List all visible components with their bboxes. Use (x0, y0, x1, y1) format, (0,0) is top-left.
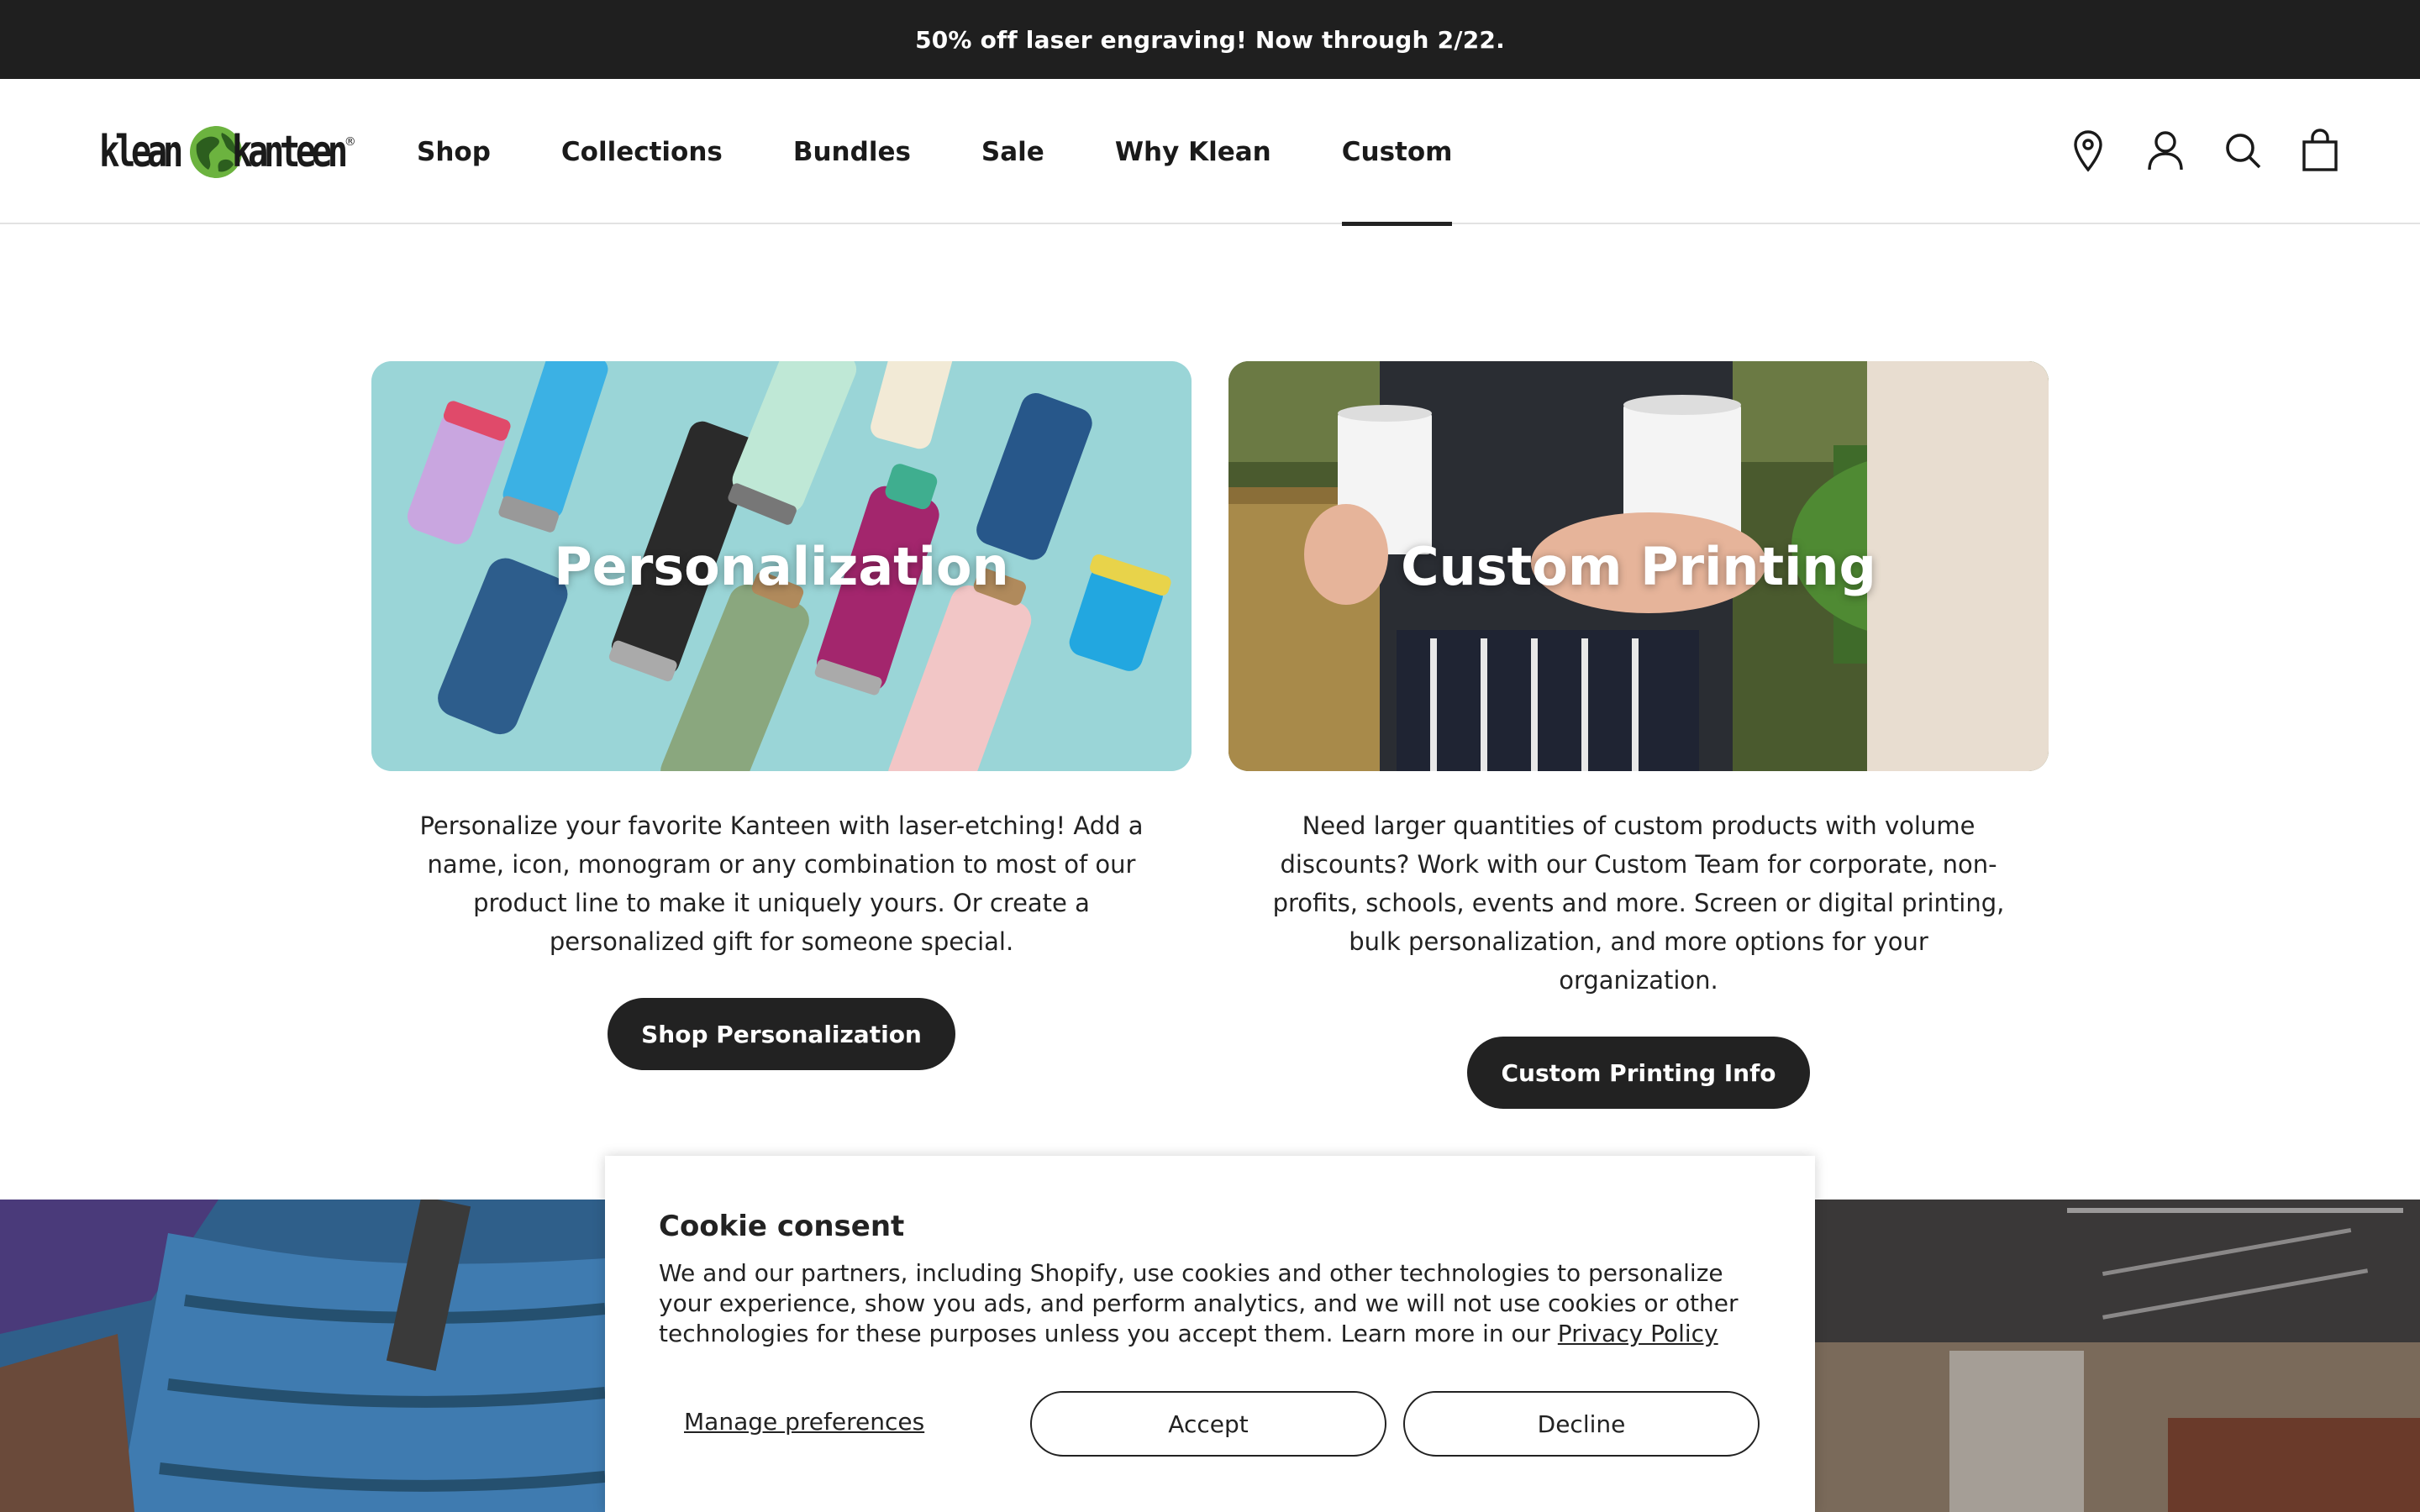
custom-printing-description: Need larger quantities of custom product… (1272, 811, 2005, 995)
custom-printing-title: Custom Printing (1401, 535, 1876, 597)
logo-registered: ® (344, 135, 356, 149)
manage-preferences-link[interactable]: Manage preferences (684, 1408, 924, 1436)
cafe-window-photo (1815, 1200, 2420, 1512)
personalization-image[interactable]: Personalization (371, 361, 1192, 771)
site-header: klean kanteen ® Shop Collections Bundles… (0, 79, 2420, 226)
search-icon[interactable] (2223, 128, 2262, 173)
logo-text-klean: klean (99, 127, 183, 177)
cookie-title: Cookie consent (659, 1210, 905, 1243)
cart-bag-icon[interactable] (2301, 128, 2339, 173)
announcement-text: 50% off laser engraving! Now through 2/2… (915, 25, 1505, 54)
nav-custom[interactable]: Custom (1341, 79, 1452, 226)
custom-printing-info-button[interactable]: Custom Printing Info (1467, 1037, 1810, 1109)
accept-button[interactable]: Accept (1030, 1391, 1386, 1457)
cookie-consent-dialog: Cookie consent We and our partners, incl… (605, 1156, 1815, 1512)
personalization-description: Personalize your favorite Kanteen with l… (419, 811, 1144, 956)
cookie-actions: Manage preferences Accept Decline (659, 1391, 1761, 1458)
nav-why-klean[interactable]: Why Klean (1115, 79, 1271, 224)
personalization-card: Personalization Personalize your favorit… (371, 361, 1192, 1070)
header-icons (2069, 128, 2339, 173)
announcement-bar: 50% off laser engraving! Now through 2/2… (0, 0, 2420, 79)
custom-printing-image[interactable]: Custom Printing (1228, 361, 2049, 771)
account-icon[interactable] (2146, 128, 2185, 173)
custom-printing-card: Custom Printing Need larger quantities o… (1228, 361, 2049, 1109)
location-pin-icon[interactable] (2069, 128, 2107, 173)
shop-personalization-button[interactable]: Shop Personalization (608, 998, 955, 1070)
nav-bundles[interactable]: Bundles (793, 79, 911, 224)
bottom-left-image (0, 1200, 605, 1512)
privacy-policy-link[interactable]: Privacy Policy (1558, 1320, 1718, 1347)
logo-text-kanteen: kanteen (231, 127, 348, 177)
personalization-title: Personalization (554, 535, 1009, 597)
bottom-right-image (1815, 1200, 2420, 1512)
decline-button[interactable]: Decline (1403, 1391, 1760, 1457)
main-nav: Shop Collections Bundles Sale Why Klean … (417, 79, 1452, 226)
nav-sale[interactable]: Sale (981, 79, 1044, 224)
nav-collections[interactable]: Collections (561, 79, 723, 224)
cookie-body: We and our partners, including Shopify, … (659, 1258, 1768, 1349)
nav-shop[interactable]: Shop (417, 79, 491, 224)
brand-logo[interactable]: klean kanteen ® (99, 123, 356, 181)
puffer-jacket-photo (0, 1200, 605, 1512)
